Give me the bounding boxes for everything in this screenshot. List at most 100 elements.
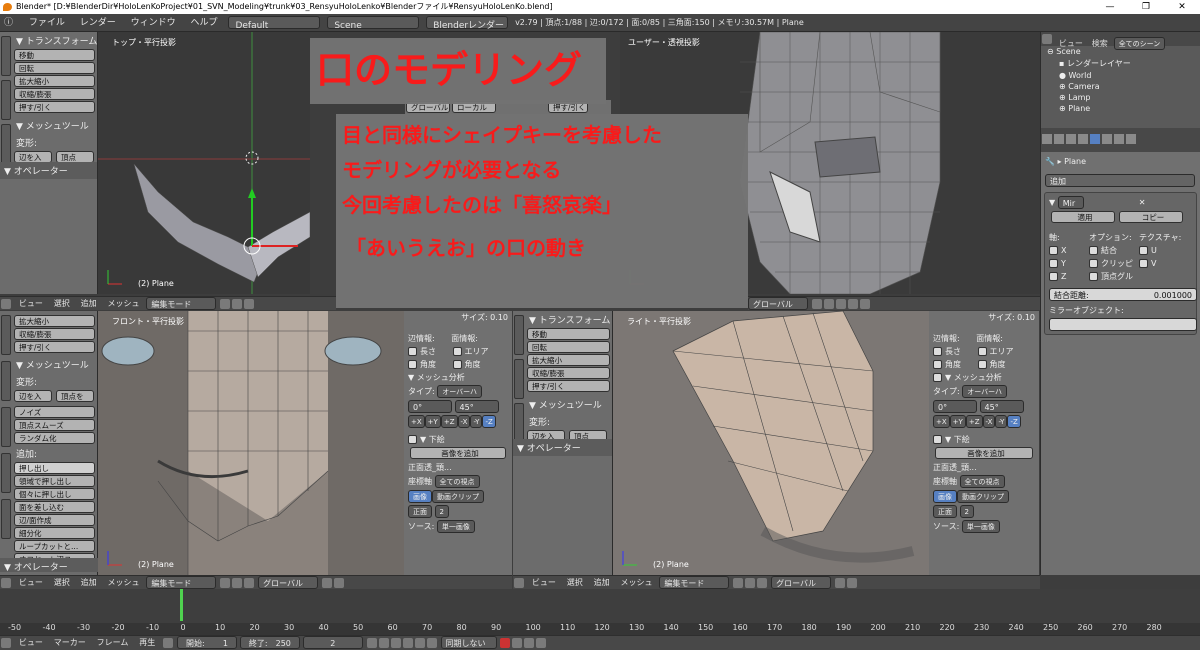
- record-icon[interactable]: [500, 638, 511, 648]
- grease-pencil-tab[interactable]: [1, 453, 11, 493]
- render-engine-dropdown[interactable]: Blenderレンダー: [426, 16, 509, 31]
- type-dropdown[interactable]: オーバーハ: [437, 385, 483, 398]
- object-tab-icon[interactable]: [1078, 134, 1088, 144]
- timeline-frame-menu[interactable]: フレーム: [93, 636, 133, 649]
- face-angle-checkbox[interactable]: [452, 360, 462, 369]
- extrude-region-button[interactable]: 領域で押し出し: [14, 475, 95, 487]
- transform-section-header[interactable]: ▼ トランスフォーム: [525, 311, 612, 328]
- minimize-button[interactable]: —: [1092, 0, 1128, 14]
- viewport-right[interactable]: ライト・平行投影 (2) Plane: [613, 311, 929, 575]
- rotate-button[interactable]: 回転: [527, 341, 610, 353]
- outliner-item-lamp[interactable]: ⊕ Lamp: [1041, 92, 1200, 103]
- header-mesh-menu[interactable]: メッシュ: [617, 576, 657, 589]
- axis-z-checkbox[interactable]: [1049, 272, 1058, 281]
- outliner-item-plane[interactable]: ⊕ Plane: [1041, 103, 1200, 114]
- mode-dropdown[interactable]: 編集モード: [146, 576, 217, 589]
- angle-min-field[interactable]: 0°: [933, 400, 977, 413]
- axis-pos-x[interactable]: +X: [933, 415, 950, 428]
- end-frame-field[interactable]: 終了: 250: [239, 636, 300, 649]
- header-select-menu[interactable]: 選択: [50, 297, 74, 310]
- edge-slide-button[interactable]: 辺を入: [14, 390, 52, 402]
- axis-pos-z[interactable]: +Z: [440, 415, 458, 428]
- next-keyframe-icon[interactable]: [414, 638, 425, 648]
- background-image-name[interactable]: 正面透_頭...: [404, 461, 512, 474]
- area-checkbox[interactable]: [977, 347, 987, 356]
- data-tab-icon[interactable]: [1102, 134, 1112, 144]
- menu-file[interactable]: ファイル: [23, 14, 71, 31]
- play-reverse-icon[interactable]: [390, 638, 401, 648]
- viewport-front[interactable]: フロント・平行投影 (2) Plane: [98, 311, 404, 575]
- size-field[interactable]: サイズ: 0.10: [404, 311, 512, 324]
- pivot-icon[interactable]: [745, 578, 756, 588]
- add-image-button[interactable]: 画像を追加: [935, 447, 1033, 459]
- relations-tab[interactable]: [514, 403, 524, 443]
- timeline-view-menu[interactable]: ビュー: [15, 636, 47, 649]
- render-icon[interactable]: [859, 299, 870, 309]
- modifier-name-field[interactable]: Mir: [1057, 196, 1084, 209]
- maximize-button[interactable]: ❐: [1128, 0, 1164, 14]
- shading-icon[interactable]: [220, 299, 231, 309]
- outliner-item-renderlayers[interactable]: ▪ レンダーレイヤー: [1041, 57, 1200, 70]
- front-image-field[interactable]: 正面: [933, 505, 957, 518]
- front-image-field[interactable]: 正面: [408, 505, 432, 518]
- outliner-item-world[interactable]: ● World: [1041, 70, 1200, 81]
- addons-tab[interactable]: [1, 499, 11, 539]
- outliner-display-dropdown[interactable]: 全てのシーン: [1113, 37, 1166, 50]
- scale-button[interactable]: 拡大縮小: [527, 354, 610, 366]
- angle-checkbox[interactable]: [408, 360, 417, 369]
- axis-pos-y[interactable]: +Y: [949, 415, 966, 428]
- add-image-button[interactable]: 画像を追加: [410, 447, 506, 459]
- make-edge-face-button[interactable]: 辺/面作成: [14, 514, 95, 526]
- axis-neg-x[interactable]: -X: [982, 415, 996, 428]
- header-view-menu[interactable]: ビュー: [15, 297, 47, 310]
- view3d-editor-icon[interactable]: [1, 299, 11, 309]
- image-toggle[interactable]: 画像: [408, 490, 432, 503]
- timeline-marker-menu[interactable]: マーカー: [50, 636, 90, 649]
- face-angle-checkbox[interactable]: [977, 360, 987, 369]
- inset-faces-button[interactable]: 面を差し込む: [14, 501, 95, 513]
- manipulator-icon[interactable]: [757, 578, 768, 588]
- mirror-u-checkbox[interactable]: [1139, 246, 1148, 255]
- orientation-dropdown[interactable]: グローバル: [748, 297, 808, 310]
- play-icon[interactable]: [402, 638, 413, 648]
- shrink-fatten-button[interactable]: 収縮/膨張: [14, 88, 95, 100]
- mirror-object-field[interactable]: [1049, 318, 1197, 331]
- outliner-editor-icon[interactable]: [1042, 34, 1052, 44]
- menu-window[interactable]: ウィンドウ: [125, 14, 182, 31]
- angle-max-field[interactable]: 45°: [454, 400, 499, 413]
- timeline-playback-menu[interactable]: 再生: [135, 636, 159, 649]
- start-frame-field[interactable]: 開始: 1: [177, 636, 238, 649]
- push-pull-button[interactable]: 押す/引く: [14, 101, 95, 113]
- pivot-icon[interactable]: [232, 578, 243, 588]
- manipulator-icon[interactable]: [244, 578, 255, 588]
- header-select-menu[interactable]: 選択: [50, 576, 74, 589]
- tool-tab[interactable]: [1, 36, 11, 76]
- prev-keyframe-icon[interactable]: [378, 638, 389, 648]
- view3d-editor-icon[interactable]: [514, 578, 524, 588]
- material-tab-icon[interactable]: [1114, 134, 1124, 144]
- keying-set-icon[interactable]: [512, 638, 523, 648]
- length-checkbox[interactable]: [933, 347, 942, 356]
- header-add-menu[interactable]: 追加: [590, 576, 614, 589]
- axis-y-checkbox[interactable]: [1049, 259, 1058, 268]
- mesh-tools-section-header[interactable]: ▼ メッシュツール: [12, 117, 97, 134]
- area-checkbox[interactable]: [452, 347, 462, 356]
- orientation-dropdown[interactable]: グローバル: [771, 576, 832, 589]
- mesh-tools-section-header[interactable]: ▼ メッシュツール: [12, 356, 97, 373]
- snap-icon[interactable]: [835, 299, 846, 309]
- axis-pos-x[interactable]: +X: [408, 415, 425, 428]
- angle-min-field[interactable]: 0°: [408, 400, 452, 413]
- mesh-analysis-header[interactable]: ▼ メッシュ分析: [404, 371, 512, 384]
- operator-section-header[interactable]: ▼ オペレーター: [0, 558, 98, 573]
- header-mesh-menu[interactable]: メッシュ: [104, 297, 144, 310]
- translate-button[interactable]: 移動: [527, 328, 610, 340]
- axis-dropdown[interactable]: 全ての視点: [434, 475, 480, 488]
- background-checkbox[interactable]: [408, 435, 417, 444]
- axis-neg-z[interactable]: -Z: [482, 415, 496, 428]
- shading-icon[interactable]: [733, 578, 744, 588]
- mesh-analysis-header[interactable]: ▼ メッシュ分析: [945, 373, 1002, 382]
- translate-button[interactable]: 移動: [14, 49, 95, 61]
- timeline[interactable]: -50 -40 -30 -20 -10 0 10 20 30 40 50 60 70 80 90 100 110…: [0, 589, 1200, 635]
- image-toggle[interactable]: 画像: [933, 490, 957, 503]
- vertex-group-checkbox[interactable]: [1089, 272, 1098, 281]
